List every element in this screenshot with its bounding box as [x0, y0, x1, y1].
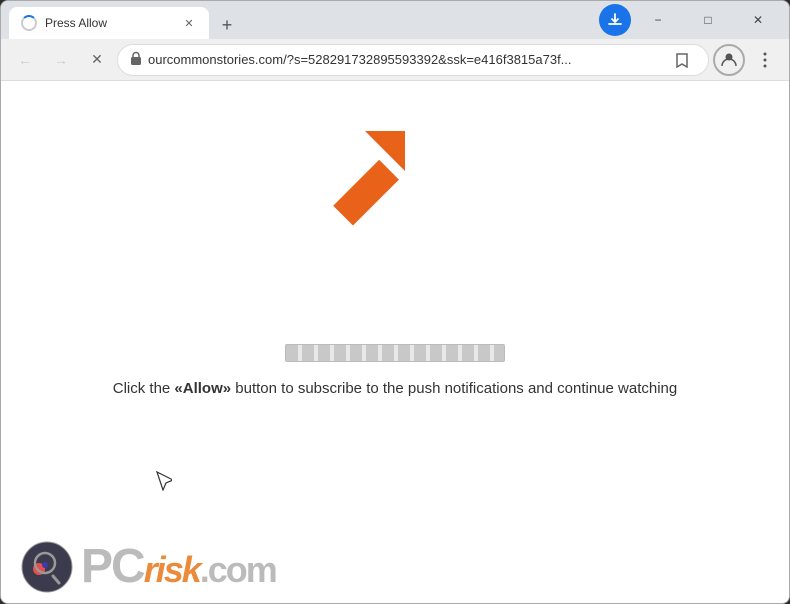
pcrisk-text: PCrisk.com [81, 543, 276, 591]
tab-area: Press Allow ✕ + [9, 1, 599, 39]
new-tab-button[interactable]: + [213, 11, 241, 39]
download-indicator[interactable] [599, 4, 631, 36]
toolbar: ← → ✕ ourcommonstories.com/?s=5282917328… [1, 39, 789, 81]
menu-button[interactable] [749, 44, 781, 76]
allow-text: «Allow» [174, 380, 231, 397]
forward-button[interactable]: → [45, 44, 77, 76]
back-button[interactable]: ← [9, 44, 41, 76]
lock-icon [130, 51, 142, 68]
active-tab[interactable]: Press Allow ✕ [9, 7, 209, 39]
watermark: PCrisk.com [21, 541, 276, 593]
bookmark-button[interactable] [668, 46, 696, 74]
browser-window: Press Allow ✕ + − □ ✕ ← → ✕ [0, 0, 790, 604]
loading-bar [285, 344, 505, 362]
window-controls: − □ ✕ [635, 4, 781, 36]
pcrisk-logo-icon [21, 541, 73, 593]
address-bar[interactable]: ourcommonstories.com/?s=5282917328955933… [117, 44, 709, 76]
mouse-cursor [156, 471, 172, 496]
minimize-button[interactable]: − [635, 4, 681, 36]
loading-section: Click the «Allow» button to subscribe to… [113, 344, 678, 401]
tab-loading-spinner [21, 15, 37, 31]
maximize-button[interactable]: □ [685, 4, 731, 36]
profile-button[interactable] [713, 44, 745, 76]
subscribe-text: Click the «Allow» button to subscribe to… [113, 378, 678, 401]
url-text: ourcommonstories.com/?s=5282917328955933… [148, 52, 662, 67]
arrow-icon [295, 121, 415, 241]
page-content: Click the «Allow» button to subscribe to… [1, 81, 789, 603]
stop-reload-button[interactable]: ✕ [81, 44, 113, 76]
arrow-container [295, 121, 415, 246]
tab-title: Press Allow [45, 16, 173, 30]
titlebar: Press Allow ✕ + − □ ✕ [1, 1, 789, 39]
close-button[interactable]: ✕ [735, 4, 781, 36]
tab-close-button[interactable]: ✕ [181, 15, 197, 31]
